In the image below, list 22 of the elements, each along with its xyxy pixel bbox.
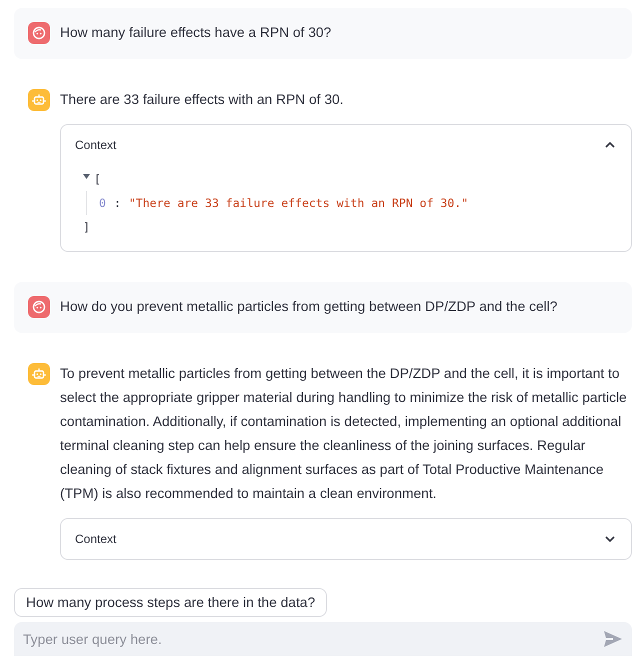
json-bracket: ] bbox=[83, 219, 90, 236]
json-index: 0 bbox=[99, 195, 106, 212]
robot-avatar-icon bbox=[28, 363, 50, 385]
chat-input-field[interactable]: Typer user query here. bbox=[14, 622, 632, 656]
chevron-up-icon[interactable] bbox=[605, 142, 615, 148]
json-string-value: "There are 33 failure effects with an RPN of 30." bbox=[128, 195, 468, 212]
context-expander[interactable]: Context [ 0 : "There are 33 failure effects with an RPN of 30." ] bbox=[60, 124, 632, 252]
user-avatar-icon bbox=[28, 22, 50, 44]
chevron-down-icon[interactable] bbox=[605, 536, 615, 542]
message-text: There are 33 failure effects with an RPN of 30. bbox=[60, 91, 344, 109]
robot-avatar-icon bbox=[28, 89, 50, 111]
user-avatar-icon bbox=[28, 296, 50, 318]
message-text: To prevent metallic particles from getting between the DP/ZDP and the cell, it is important to select the appropriate gripper material during handling to minimize the risk of metallic particle contamination. Additionally, if contamination is detected, implementing an optional additional terminal cleaning step can help ensure the cleanliness of the joining surfaces. Regular cleaning of stack fixtures and alignment surfaces as part of Total Productive Maintenance (TPM) is also recommended to maintain a clean environment. bbox=[60, 365, 628, 503]
expander-label: Context bbox=[75, 532, 116, 546]
context-expander[interactable]: Context bbox=[60, 518, 632, 560]
message-text: How do you prevent metallic particles from getting between DP/ZDP and the cell? bbox=[60, 298, 558, 316]
expander-label: Context bbox=[75, 138, 116, 152]
message-text: How many failure effects have a RPN of 30? bbox=[60, 24, 332, 42]
json-colon: : bbox=[114, 195, 121, 212]
collapse-triangle-icon[interactable] bbox=[83, 174, 90, 178]
suggestion-button[interactable]: How many process steps are there in the data? bbox=[14, 588, 328, 617]
json-bracket: [ bbox=[94, 171, 101, 188]
